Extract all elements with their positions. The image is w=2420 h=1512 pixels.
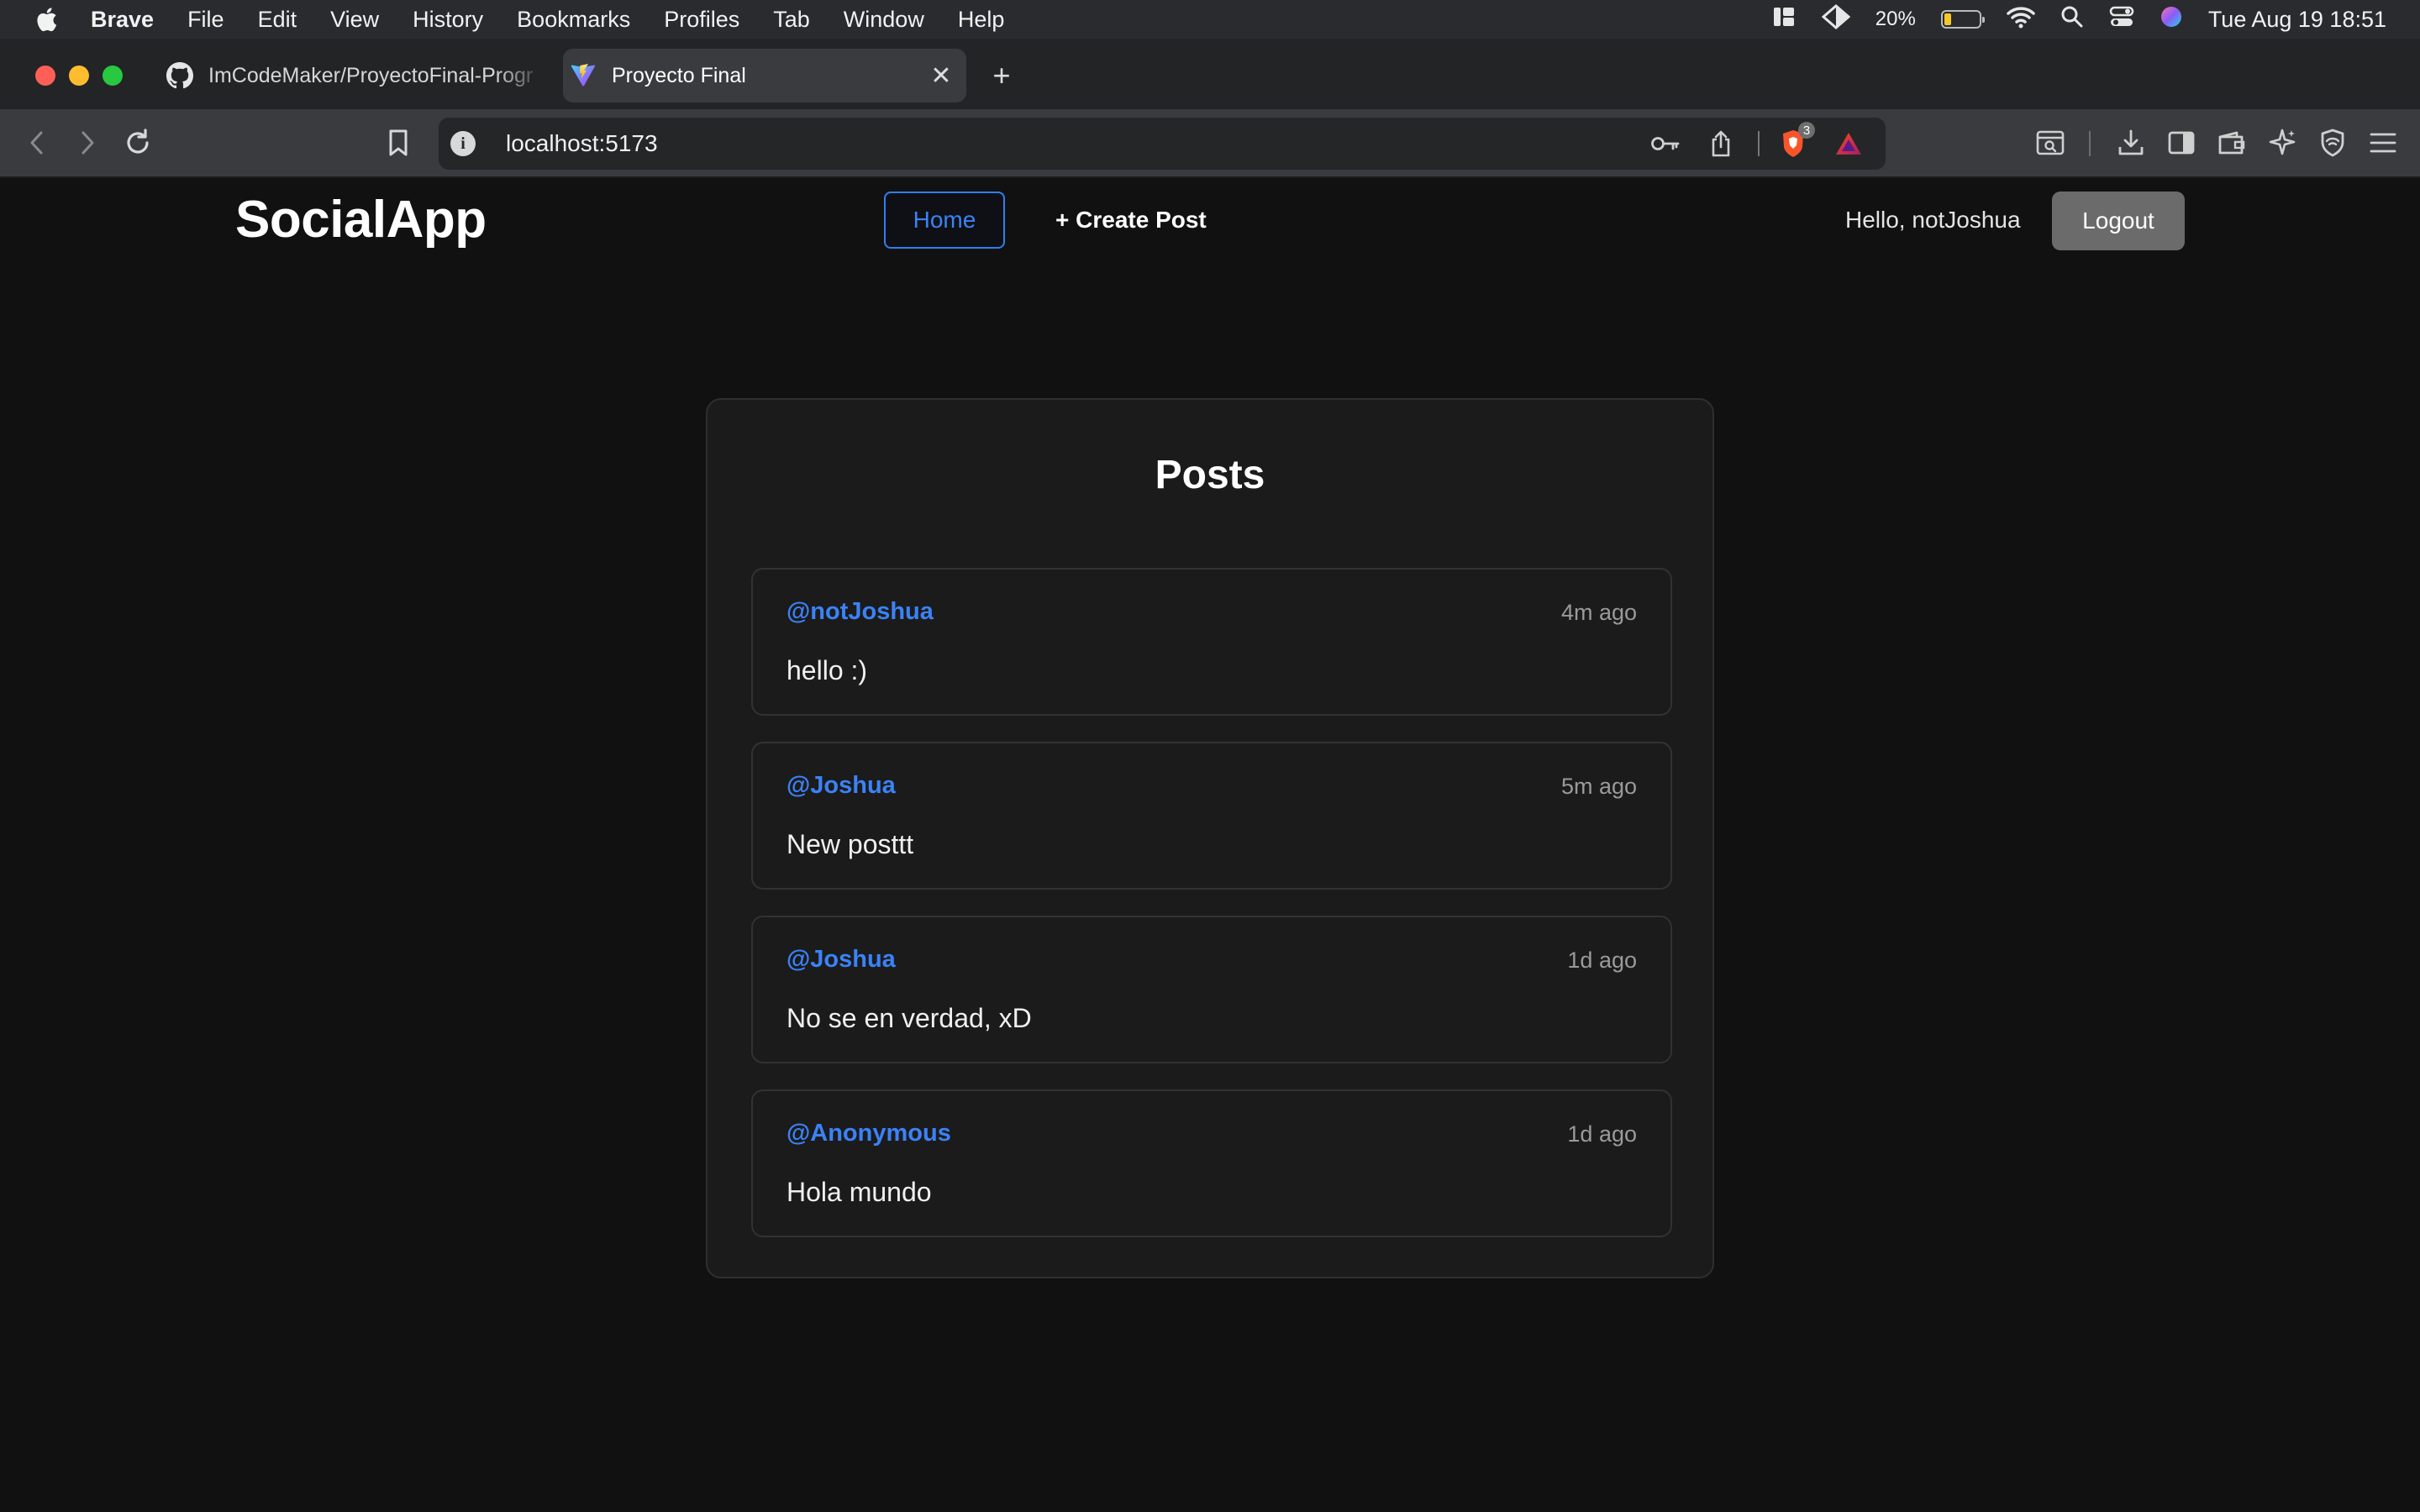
url-text[interactable]: localhost:5173 xyxy=(506,130,1647,157)
post-card: @notJoshua 4m ago hello :) xyxy=(751,568,1672,716)
control-diamond-icon[interactable] xyxy=(1821,3,1851,35)
post-card: @Anonymous 1d ago Hola mundo xyxy=(751,1089,1672,1237)
github-icon xyxy=(166,62,193,89)
nav-create-post-link[interactable]: + Create Post xyxy=(1055,192,1207,249)
menubar-status-area: 20% Tue Aug 19 18:51 xyxy=(1771,0,2386,39)
post-author[interactable]: @Anonymous xyxy=(786,1120,951,1147)
wallet-icon[interactable] xyxy=(2213,124,2250,161)
bookmark-icon[interactable] xyxy=(380,124,417,161)
app-navbar: SocialApp Home + Create Post Hello, notJ… xyxy=(0,178,2420,262)
url-divider xyxy=(1758,131,1760,156)
downloads-icon[interactable] xyxy=(2112,124,2149,161)
post-content: New posttt xyxy=(786,829,914,859)
menu-edit[interactable]: Edit xyxy=(258,7,297,33)
shields-count-badge: 3 xyxy=(1798,122,1815,139)
key-icon[interactable] xyxy=(1647,125,1684,162)
window-minimize-button[interactable] xyxy=(69,66,89,86)
leo-ai-icon[interactable] xyxy=(2264,124,2301,161)
site-info-icon[interactable]: i xyxy=(450,131,476,156)
menubar-clock[interactable]: Tue Aug 19 18:51 xyxy=(2208,7,2386,33)
post-list: @notJoshua 4m ago hello :) @Joshua 5m ag… xyxy=(751,568,1672,1263)
battery-percent: 20% xyxy=(1875,8,1916,30)
user-greeting: Hello, notJoshua xyxy=(1845,207,2021,233)
reload-icon[interactable] xyxy=(119,124,156,161)
menu-file[interactable]: File xyxy=(187,7,224,33)
post-author[interactable]: @Joshua xyxy=(786,946,896,974)
battery-icon[interactable] xyxy=(1940,10,1985,29)
post-timestamp: 1d ago xyxy=(1567,1121,1637,1147)
post-timestamp: 1d ago xyxy=(1567,948,1637,973)
share-icon[interactable] xyxy=(1702,125,1739,162)
nav-home-button[interactable]: Home xyxy=(884,192,1005,249)
posts-panel: Posts @notJoshua 4m ago hello :) @Joshua… xyxy=(706,398,1714,1278)
battery-level-fill xyxy=(1944,13,1951,25)
menu-window[interactable]: Window xyxy=(844,7,924,33)
app-logo[interactable]: SocialApp xyxy=(235,190,487,249)
window-zoom-button[interactable] xyxy=(103,66,123,86)
menu-tab[interactable]: Tab xyxy=(773,7,810,33)
window-close-button[interactable] xyxy=(35,66,55,86)
toolbar-divider xyxy=(2089,131,2091,156)
post-timestamp: 5m ago xyxy=(1560,774,1637,799)
brave-rewards-icon[interactable] xyxy=(1830,125,1867,162)
brave-shields-icon[interactable]: 3 xyxy=(1775,122,1815,162)
wifi-icon[interactable] xyxy=(2007,5,2035,34)
menu-help[interactable]: Help xyxy=(958,7,1005,33)
post-author[interactable]: @notJoshua xyxy=(786,598,934,626)
menu-bar: Brave File Edit View History Bookmarks P… xyxy=(0,0,2420,39)
web-page: SocialApp Home + Create Post Hello, notJ… xyxy=(0,178,2420,1512)
menu-profiles[interactable]: Profiles xyxy=(664,7,739,33)
menu-app-name[interactable]: Brave xyxy=(91,7,154,33)
vite-icon xyxy=(570,62,597,89)
menu-view[interactable]: View xyxy=(330,7,379,33)
tab-title: Proyecto Final xyxy=(612,63,746,87)
tab-proyecto-final[interactable]: Proyecto Final ✕ xyxy=(563,49,966,102)
new-tab-button[interactable]: + xyxy=(985,58,1018,92)
address-bar[interactable]: i localhost:5173 3 xyxy=(439,118,1886,170)
posts-heading: Posts xyxy=(1155,453,1265,497)
post-timestamp: 4m ago xyxy=(1560,600,1637,625)
spotlight-search-icon[interactable] xyxy=(2060,5,2084,34)
vpn-shield-icon[interactable] xyxy=(2314,124,2351,161)
close-tab-icon[interactable]: ✕ xyxy=(926,60,956,91)
post-content: No se en verdad, xD xyxy=(786,1003,1032,1033)
post-content: Hola mundo xyxy=(786,1177,932,1207)
tab-github[interactable]: ImCodeMaker/ProyectoFinal-Progr xyxy=(160,49,546,102)
menu-bookmarks[interactable]: Bookmarks xyxy=(517,7,630,33)
hamburger-menu-icon[interactable] xyxy=(2365,124,2402,161)
siri-icon[interactable] xyxy=(2160,5,2183,34)
post-author[interactable]: @Joshua xyxy=(786,772,896,800)
post-card: @Joshua 1d ago No se en verdad, xD xyxy=(751,916,1672,1063)
menu-history[interactable]: History xyxy=(413,7,483,33)
sidebar-icon[interactable] xyxy=(2163,124,2200,161)
control-center-icon[interactable] xyxy=(2109,5,2134,34)
back-icon[interactable] xyxy=(18,124,55,161)
tab-title: ImCodeMaker/ProyectoFinal-Progr xyxy=(208,63,534,87)
browser-toolbar: i localhost:5173 3 xyxy=(0,109,2420,178)
apple-icon[interactable] xyxy=(34,5,59,34)
tab-search-icon[interactable] xyxy=(2032,124,2069,161)
stage-manager-icon[interactable] xyxy=(1771,4,1797,35)
forward-icon[interactable] xyxy=(69,124,106,161)
logout-button[interactable]: Logout xyxy=(2052,192,2185,250)
post-content: hello :) xyxy=(786,655,868,685)
post-card: @Joshua 5m ago New posttt xyxy=(751,742,1672,890)
